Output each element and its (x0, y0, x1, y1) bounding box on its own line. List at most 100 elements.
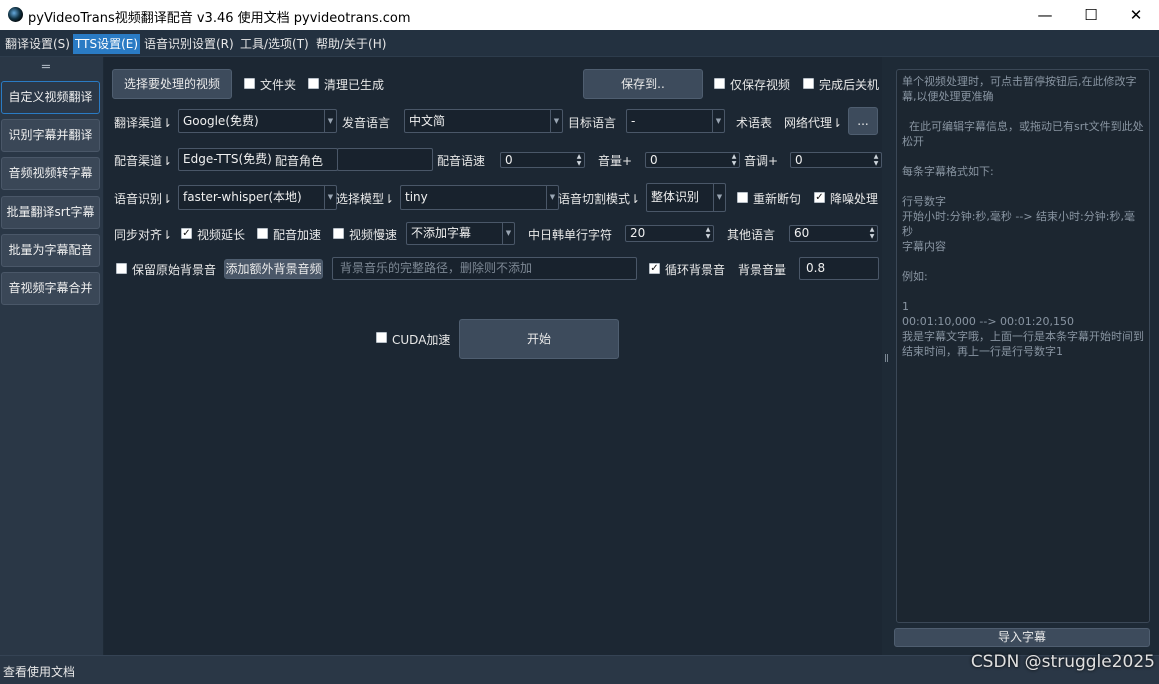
volume-spinbox[interactable]: 0 ▲ ▼ (645, 152, 740, 168)
bg-volume-input[interactable]: 0.8 (799, 257, 879, 280)
translate-channel-label[interactable]: 翻译渠道⇂ (114, 114, 172, 131)
asr-label[interactable]: 语音识别⇂ (114, 190, 172, 207)
dub-rate-value: 0 (505, 153, 513, 167)
spin-arrows-icon[interactable]: ▲ ▼ (703, 226, 713, 241)
title-bar: pyVideoTrans视频翻译配音 v3.46 使用文档 pyvideotra… (0, 0, 1159, 30)
only-video-label: 仅保存视频 (730, 78, 791, 92)
shutdown-checkbox[interactable] (803, 78, 814, 89)
resplit-label: 重新断句 (753, 192, 802, 206)
import-subtitle-button[interactable]: 导入字幕 (894, 628, 1150, 647)
translate-channel-select[interactable]: Google(免费) ▼ (178, 109, 337, 133)
sidebar-item-batch-translate-srt[interactable]: 批量翻译srt字幕 (1, 196, 100, 229)
dub-speedup-label: 配音加速 (273, 228, 322, 242)
voice-language-select[interactable]: 中文简 ▼ (404, 109, 563, 133)
chevron-down-icon: ▼ (324, 186, 336, 209)
chevron-down-icon: ▼ (324, 110, 336, 132)
pitch-spinbox[interactable]: 0 ▲ ▼ (790, 152, 882, 168)
csdn-watermark: CSDN @struggle2025 (970, 652, 1155, 672)
clean-generated-label: 清理已生成 (324, 78, 385, 92)
cuda-checkbox[interactable] (376, 332, 387, 343)
folder-checkbox[interactable] (244, 78, 255, 89)
drag-handle-icon[interactable]: ═ (42, 60, 50, 75)
denoise-label: 降噪处理 (830, 192, 879, 206)
spin-arrows-icon[interactable]: ▲ ▼ (867, 226, 877, 241)
video-slow-checkbox[interactable] (333, 228, 344, 239)
bg-volume-label: 背景音量 (738, 263, 787, 277)
subtitle-mode-select[interactable]: 不添加字幕 ▼ (406, 222, 515, 245)
pitch-value: 0 (795, 153, 803, 167)
target-language-value: - (631, 114, 636, 128)
shutdown-label: 完成后关机 (819, 78, 880, 92)
proxy-label[interactable]: 网络代理⇂ (784, 114, 842, 131)
view-docs-link[interactable]: 查看使用文档 (3, 663, 75, 680)
resplit-checkbox[interactable] (737, 192, 748, 203)
dub-speedup-checkbox[interactable] (257, 228, 268, 239)
spin-arrows-icon[interactable]: ▲ ▼ (729, 153, 739, 167)
sidebar-item-batch-dub[interactable]: 批量为字幕配音 (1, 234, 100, 267)
folder-label: 文件夹 (260, 78, 297, 92)
asr-engine-value: faster-whisper(本地) (183, 190, 302, 204)
dub-role-label: 配音角色 (275, 154, 324, 168)
proxy-more-button[interactable]: ... (848, 107, 878, 135)
translate-channel-value: Google(免费) (183, 114, 259, 128)
video-extend-checkbox[interactable]: ✓ (181, 228, 192, 239)
cuda-label: CUDA加速 (392, 333, 451, 347)
menu-tools[interactable]: 工具/选项(T) (238, 34, 311, 54)
model-select[interactable]: tiny ▼ (400, 185, 559, 210)
dub-channel-value: Edge-TTS(免费) (183, 152, 272, 166)
start-button[interactable]: 开始 (459, 319, 619, 359)
chevron-down-icon: ▼ (502, 223, 514, 244)
denoise-checkbox[interactable]: ✓ (814, 192, 825, 203)
dub-channel-label[interactable]: 配音渠道⇂ (114, 152, 172, 169)
close-button[interactable]: ✕ (1113, 0, 1159, 30)
split-mode-label[interactable]: 语音切割模式⇂ (558, 190, 640, 207)
add-bg-audio-button[interactable]: 添加额外背景音频 (224, 259, 323, 279)
sidebar-item-av-to-subtitle[interactable]: 音频视频转字幕 (1, 157, 100, 190)
dub-role-select[interactable] (337, 148, 433, 171)
select-video-button[interactable]: 选择要处理的视频 (112, 69, 232, 99)
panel-splitter[interactable] (882, 57, 893, 655)
voice-language-value: 中文简 (409, 114, 446, 128)
volume-value: 0 (650, 153, 658, 167)
maximize-button[interactable]: ☐ (1068, 0, 1114, 30)
chevron-down-icon: ▼ (713, 184, 725, 211)
sync-label[interactable]: 同步对齐⇂ (114, 226, 172, 243)
model-label[interactable]: 选择模型⇂ (336, 190, 394, 207)
menu-asr-settings[interactable]: 语音识别设置(R) (142, 34, 236, 54)
target-language-select[interactable]: - ▼ (626, 109, 725, 133)
voice-language-label: 发音语言 (342, 116, 391, 130)
main-panel: 选择要处理的视频 文件夹 清理已生成 保存到.. 仅保存视频 完成后关机 翻译渠… (104, 57, 882, 655)
loop-bg-label: 循环背景音 (665, 263, 726, 277)
split-mode-select[interactable]: 整体识别 ▼ (646, 183, 726, 212)
menu-tts-settings[interactable]: TTS设置(E) (73, 34, 141, 54)
spin-arrows-icon[interactable]: ▲ ▼ (871, 153, 881, 167)
split-mode-value: 整体识别 (651, 190, 700, 204)
cjk-chars-spinbox[interactable]: 20 ▲ ▼ (625, 225, 714, 242)
glossary-link[interactable]: 术语表 (736, 114, 772, 131)
keep-bg-checkbox[interactable] (116, 263, 127, 274)
sidebar-item-custom-video-translate[interactable]: 自定义视频翻译 (1, 81, 100, 114)
bg-audio-path-input[interactable]: 背景音乐的完整路径，删除则不添加 (332, 257, 637, 280)
minimize-button[interactable]: — (1022, 0, 1068, 30)
menu-help[interactable]: 帮助/关于(H) (314, 34, 388, 54)
keep-bg-label: 保留原始背景音 (132, 263, 217, 277)
sidebar-item-recognize-and-translate[interactable]: 识别字幕并翻译 (1, 119, 100, 152)
other-lang-value: 60 (794, 226, 810, 240)
sidebar-item-merge[interactable]: 音视频字幕合并 (1, 272, 100, 305)
other-lang-label: 其他语言 (727, 228, 776, 242)
cjk-chars-label: 中日韩单行字符 (528, 228, 613, 242)
subtitle-mode-value: 不添加字幕 (411, 226, 472, 240)
other-lang-spinbox[interactable]: 60 ▲ ▼ (789, 225, 878, 242)
loop-bg-checkbox[interactable]: ✓ (649, 263, 660, 274)
save-to-button[interactable]: 保存到.. (583, 69, 703, 99)
menu-bar: 翻译设置(S) TTS设置(E) 语音识别设置(R) 工具/选项(T) 帮助/关… (0, 30, 1159, 57)
asr-engine-select[interactable]: faster-whisper(本地) ▼ (178, 185, 337, 210)
subtitle-editor[interactable]: 单个视频处理时，可点击暂停按钮后,在此修改字幕,以便处理更准确 在此可编辑字幕信… (896, 69, 1150, 623)
only-video-checkbox[interactable] (714, 78, 725, 89)
dub-rate-spinbox[interactable]: 0 ▲ ▼ (500, 152, 585, 168)
spin-arrows-icon[interactable]: ▲ ▼ (574, 153, 584, 167)
sidebar: ═ 自定义视频翻译 识别字幕并翻译 音频视频转字幕 批量翻译srt字幕 批量为字… (0, 57, 103, 655)
clean-generated-checkbox[interactable] (308, 78, 319, 89)
menu-translate-settings[interactable]: 翻译设置(S) (3, 34, 72, 54)
target-language-label: 目标语言 (568, 116, 617, 130)
